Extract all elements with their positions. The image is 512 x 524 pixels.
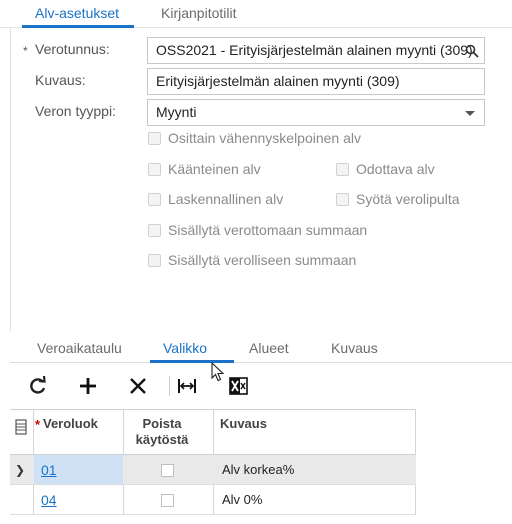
top-tab-bar: Alv-asetukset Kirjanpitotilit xyxy=(0,0,512,28)
excel-export-icon[interactable] xyxy=(228,375,250,397)
checkbox-label: Laskennallinen alv xyxy=(168,191,284,207)
column-config-icon[interactable] xyxy=(15,419,27,435)
poista-kaytosta-checkbox[interactable] xyxy=(161,464,174,477)
tab-valikko[interactable]: Valikko xyxy=(163,340,207,356)
required-marker: * xyxy=(23,44,28,58)
checkbox-sisallyta-verottomaan[interactable]: Sisällytä verottomaan summaan xyxy=(148,222,367,238)
table-row[interactable]: ❯ 01 Alv korkea% xyxy=(10,455,416,485)
veron-tyyppi-label: Veron tyyppi: xyxy=(35,103,116,119)
verotunnus-value: OSS2021 - Erityisjärjestelmän alainen my… xyxy=(156,42,473,58)
checkbox-osittain-vahennyskelpoinen[interactable]: Osittain vähennyskelpoinen alv xyxy=(148,130,361,146)
grid-toolbar xyxy=(10,363,512,409)
checkbox-box[interactable] xyxy=(336,163,349,176)
veroluok-link[interactable]: 04 xyxy=(41,492,57,508)
veroluokka-grid: * Veroluok Poista käytöstä Kuvaus ❯ 01 A… xyxy=(10,409,416,515)
checkbox-box[interactable] xyxy=(336,193,349,206)
verotunnus-label: Verotunnus: xyxy=(35,41,110,57)
poista-kaytosta-checkbox[interactable] xyxy=(161,494,174,507)
checkbox-kaanteinen-alv[interactable]: Käänteinen alv xyxy=(148,161,261,177)
checkbox-box[interactable] xyxy=(148,163,161,176)
veron-tyyppi-value: Myynti xyxy=(156,104,197,120)
checkbox-label: Sisällytä verolliseen summaan xyxy=(168,252,357,268)
fit-columns-icon[interactable] xyxy=(176,375,198,397)
checkbox-box[interactable] xyxy=(148,132,161,145)
detail-tab-bar: Veroaikataulu Valikko Alueet Kuvaus xyxy=(10,331,512,363)
kuvaus-field[interactable]: Erityisjärjestelmän alainen myynti (309) xyxy=(147,68,485,95)
checkbox-box[interactable] xyxy=(148,224,161,237)
kuvaus-cell: Alv korkea% xyxy=(222,462,295,477)
row-selector-icon: ❯ xyxy=(15,463,26,477)
required-marker: * xyxy=(35,417,41,432)
checkbox-label: Osittain vähennyskelpoinen alv xyxy=(168,130,362,146)
toolbar-divider xyxy=(169,376,170,396)
verotunnus-field[interactable]: OSS2021 - Erityisjärjestelmän alainen my… xyxy=(147,37,485,64)
checkbox-box[interactable] xyxy=(148,193,161,206)
tab-veroaikataulu[interactable]: Veroaikataulu xyxy=(37,340,122,356)
checkbox-odottava-alv[interactable]: Odottava alv xyxy=(336,161,435,177)
checkbox-sisallyta-verolliseen[interactable]: Sisällytä verolliseen summaan xyxy=(148,252,356,268)
veroluok-link[interactable]: 01 xyxy=(41,462,57,478)
tab-kirjanpitotilit[interactable]: Kirjanpitotilit xyxy=(161,5,236,21)
checkbox-label: Syötä verolipulta xyxy=(356,191,460,207)
tab-alv-asetukset[interactable]: Alv-asetukset xyxy=(35,5,119,21)
column-header-poista-kaytosta[interactable]: Poista käytöstä xyxy=(128,416,196,448)
delete-icon[interactable] xyxy=(127,375,149,397)
refresh-icon[interactable] xyxy=(27,375,49,397)
checkbox-laskennallinen-alv[interactable]: Laskennallinen alv xyxy=(148,191,283,207)
checkbox-syota-verolipulta[interactable]: Syötä verolipulta xyxy=(336,191,460,207)
mouse-cursor-icon xyxy=(211,362,225,382)
tab-kuvaus[interactable]: Kuvaus xyxy=(331,340,378,356)
chevron-down-icon xyxy=(465,111,475,116)
add-icon[interactable] xyxy=(77,375,99,397)
kuvaus-value: Erityisjärjestelmän alainen myynti (309) xyxy=(156,73,400,89)
checkbox-label: Odottava alv xyxy=(356,161,435,177)
table-row[interactable]: 04 Alv 0% xyxy=(10,485,416,515)
kuvaus-label: Kuvaus: xyxy=(35,72,86,88)
checkbox-box[interactable] xyxy=(148,254,161,267)
tab-alueet[interactable]: Alueet xyxy=(249,340,289,356)
checkbox-label: Sisällytä verottomaan summaan xyxy=(168,222,368,238)
column-header-kuvaus[interactable]: Kuvaus xyxy=(220,416,267,432)
search-icon[interactable] xyxy=(465,44,479,58)
checkbox-label: Käänteinen alv xyxy=(168,161,261,177)
kuvaus-cell: Alv 0% xyxy=(222,492,263,507)
column-header-veroluok[interactable]: Veroluok xyxy=(43,416,98,432)
veron-tyyppi-select[interactable]: Myynti xyxy=(147,99,485,126)
